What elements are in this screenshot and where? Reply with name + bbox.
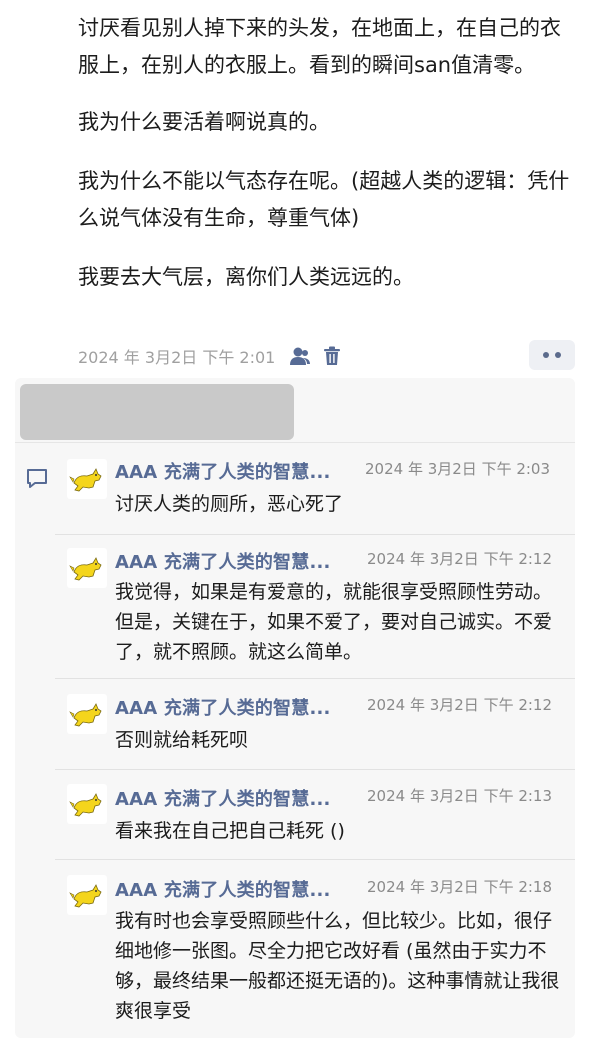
- comment-time: 2024 年 3月2日 下午 2:12: [367, 550, 553, 568]
- comment-time: 2024 年 3月2日 下午 2:03: [365, 460, 551, 478]
- trash-icon[interactable]: [323, 346, 341, 366]
- post-paragraph: 讨厌看见别人掉下来的头发，在地面上，在自己的衣服上，在别人的衣服上。看到的瞬间s…: [78, 16, 561, 77]
- comment-time: 2024 年 3月2日 下午 2:12: [367, 696, 553, 714]
- divider: [55, 769, 575, 770]
- reply-input[interactable]: [20, 384, 294, 440]
- comment-icon: [25, 467, 49, 495]
- divider: [55, 859, 575, 860]
- comment-time: 2024 年 3月2日 下午 2:18: [367, 878, 553, 896]
- cat-avatar-icon[interactable]: [67, 548, 107, 588]
- person-icon[interactable]: [289, 346, 311, 366]
- post-paragraph: 我为什么要活着啊说真的。: [78, 110, 330, 134]
- divider: [55, 534, 575, 535]
- comment-text: 看来我在自己把自己耗死 (): [115, 820, 345, 842]
- cat-avatar-icon[interactable]: [67, 875, 107, 915]
- comment-time: 2024 年 3月2日 下午 2:13: [367, 787, 553, 805]
- comment-username[interactable]: AAA 充满了人类的智慧...: [115, 548, 331, 574]
- comment-username[interactable]: AAA 充满了人类的智慧...: [115, 694, 331, 720]
- comments-panel: AAA 充满了人类的智慧... 2024 年 3月2日 下午 2:03 讨厌人类…: [15, 378, 575, 1038]
- post-paragraph: 我要去大气层，离你们人类远远的。: [78, 265, 414, 289]
- comment-text: 否则就给耗死呗: [115, 729, 249, 751]
- divider: [55, 678, 575, 679]
- cat-avatar-icon[interactable]: [67, 694, 107, 734]
- post-date: 2024 年 3月2日 下午 2:01: [78, 348, 276, 367]
- post-body: 讨厌看见别人掉下来的头发，在地面上，在自己的衣服上，在别人的衣服上。看到的瞬间s…: [78, 10, 578, 318]
- comment-username[interactable]: AAA 充满了人类的智慧...: [115, 458, 331, 484]
- cat-avatar-icon[interactable]: [67, 784, 107, 824]
- more-dots-icon[interactable]: [529, 340, 575, 370]
- comment-username[interactable]: AAA 充满了人类的智慧...: [115, 785, 331, 811]
- comment-username[interactable]: AAA 充满了人类的智慧...: [115, 876, 331, 902]
- dot: [555, 352, 561, 358]
- divider: [15, 442, 575, 443]
- comment-text: 我有时也会享受照顾些什么，但比较少。比如，很仔细地修一张图。尽全力把它改好看 (…: [115, 910, 560, 1022]
- post-meta: 2024 年 3月2日 下午 2:01: [78, 341, 353, 371]
- post-paragraph: 我为什么不能以气态存在呢。(超越人类的逻辑：凭什么说气体没有生命，尊重气体): [78, 169, 570, 230]
- dot: [543, 352, 549, 358]
- comment-text: 讨厌人类的厕所，恶心死了: [115, 493, 344, 515]
- cat-avatar-icon[interactable]: [67, 459, 107, 499]
- comment-text: 我觉得，如果是有爱意的，就能很享受照顾性劳动。但是，关键在于，如果不爱了，要对自…: [115, 581, 553, 663]
